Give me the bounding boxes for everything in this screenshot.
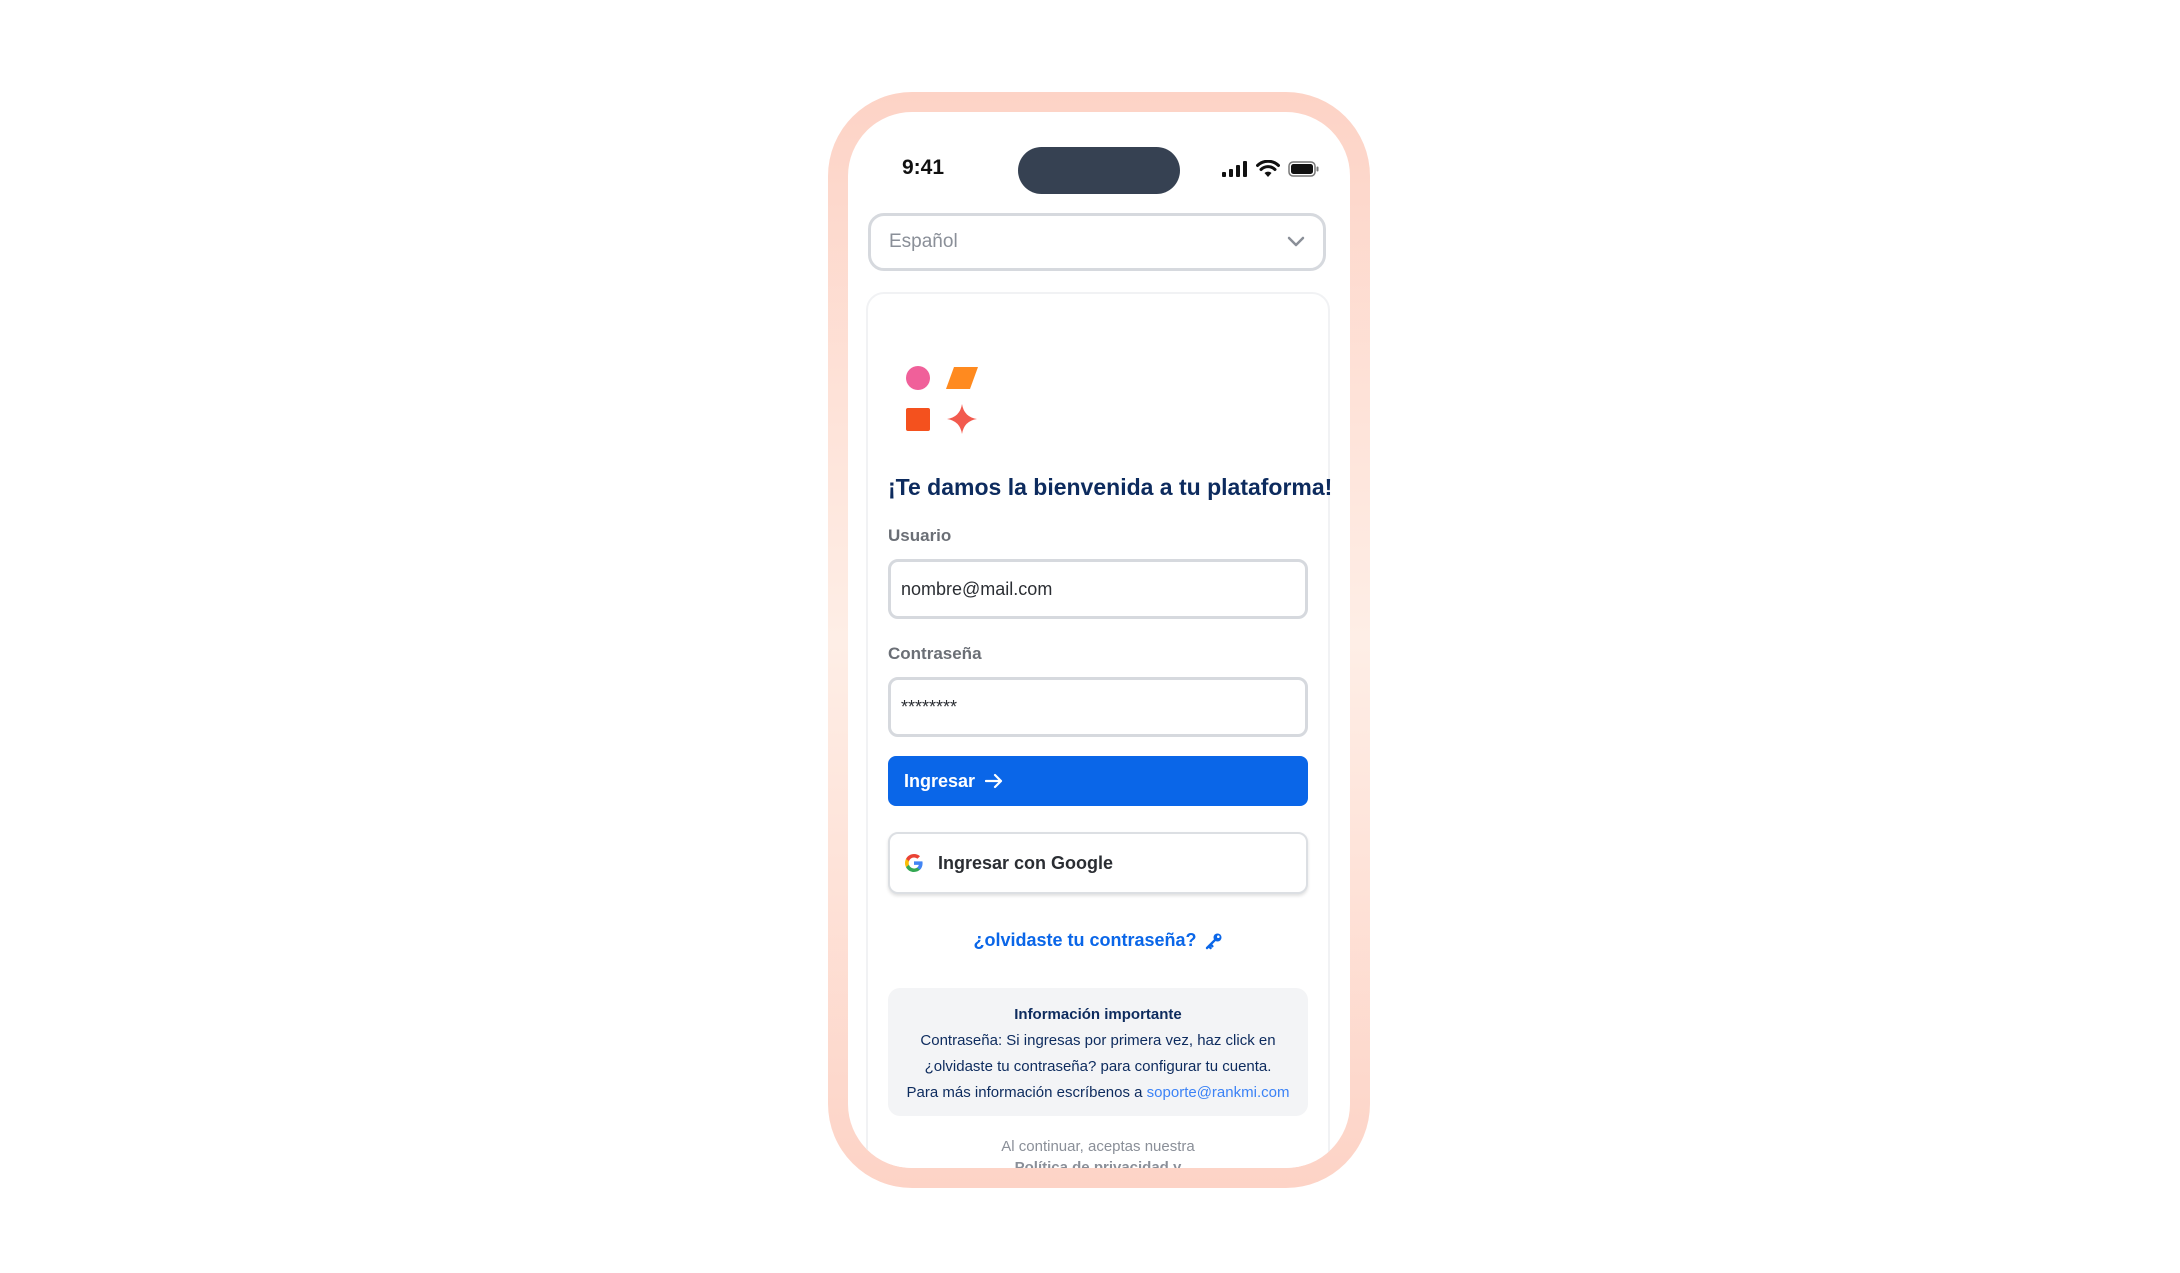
info-box: Información importante Contraseña: Si in… — [888, 988, 1308, 1116]
support-email-link[interactable]: soporte@rankmi.com — [1147, 1084, 1290, 1101]
submit-button[interactable]: Ingresar — [888, 756, 1308, 806]
legal-text: Al continuar, aceptas nuestra — [1001, 1138, 1195, 1155]
login-card: ¡Te damos la bienvenida a tu plataforma!… — [866, 292, 1333, 1168]
cellular-signal-icon — [1222, 161, 1247, 177]
username-input-value: nombre@mail.com — [901, 578, 1053, 599]
language-select[interactable]: Español — [868, 213, 1326, 271]
welcome-title: ¡Te damos la bienvenida a tu plataforma! — [888, 474, 1333, 500]
info-line-3: Para más información escríbenos a soport… — [896, 1080, 1300, 1106]
password-input-value: ******** — [901, 696, 958, 717]
phone-screen: 9:41 Español ¡Te damos la bienvenida a t… — [848, 112, 1350, 1168]
phone-frame: 9:41 Español ¡Te damos la bienvenida a t… — [828, 92, 1370, 1188]
password-label: Contraseña — [888, 644, 982, 663]
language-select-value: Español — [889, 231, 958, 252]
battery-icon — [1288, 161, 1319, 177]
legal-notice: Al continuar, aceptas nuestra Política d… — [888, 1136, 1308, 1168]
status-icons — [1222, 160, 1320, 178]
google-login-button[interactable]: Ingresar con Google — [888, 832, 1308, 894]
forgot-password-link[interactable]: ¿olvidaste tu contraseña? — [888, 930, 1308, 951]
dynamic-island — [1018, 147, 1180, 194]
info-line-3-text: Para más información escríbenos a — [906, 1084, 1147, 1101]
brand-logo-icon — [906, 366, 978, 434]
info-title: Información importante — [1014, 1006, 1182, 1023]
google-logo-icon — [905, 854, 923, 872]
google-login-label: Ingresar con Google — [938, 852, 1114, 873]
username-label: Usuario — [888, 526, 952, 545]
submit-button-label: Ingresar — [904, 770, 976, 791]
info-line-1: Contraseña: Si ingresas por primera vez,… — [920, 1032, 1276, 1049]
status-time: 9:41 — [902, 156, 945, 179]
info-line-2: ¿olvidaste tu contraseña? para configura… — [924, 1058, 1272, 1075]
chevron-down-icon — [1287, 236, 1305, 247]
privacy-policy-link[interactable]: Política de privacidad y — [888, 1157, 1308, 1168]
arrow-right-icon — [985, 773, 1003, 789]
key-icon — [1205, 933, 1222, 949]
wifi-icon — [1256, 160, 1280, 177]
username-input[interactable]: nombre@mail.com — [888, 559, 1308, 619]
forgot-password-label: ¿olvidaste tu contraseña? — [973, 930, 1197, 950]
password-input[interactable]: ******** — [888, 677, 1308, 737]
